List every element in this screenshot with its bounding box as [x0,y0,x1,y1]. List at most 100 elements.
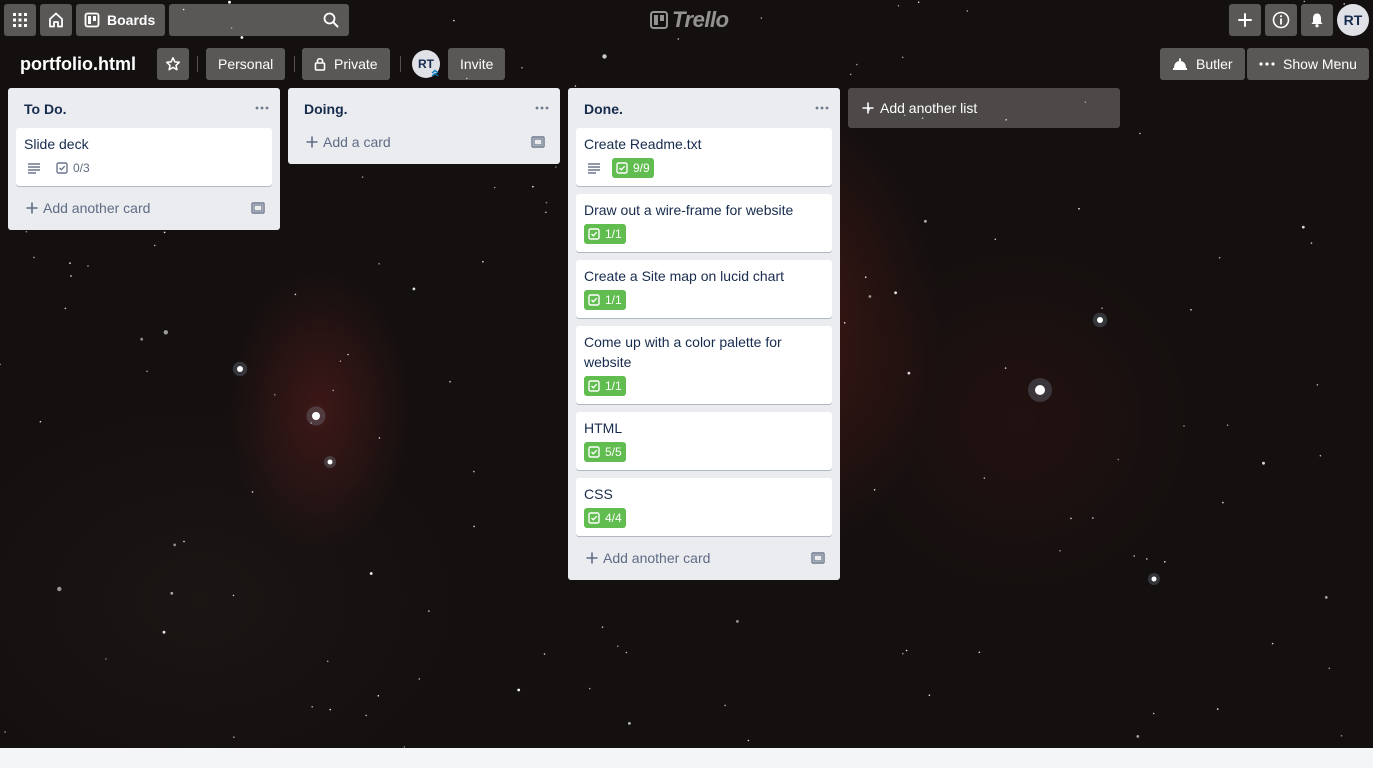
checklist-icon [588,380,600,392]
card-template-icon[interactable] [810,550,826,566]
search-input[interactable] [169,4,349,36]
list-header[interactable]: Doing. [288,88,560,128]
card-wireframe[interactable]: Draw out a wire-frame for website 1/1 [576,194,832,252]
bright-star [237,366,243,372]
card-create-readme[interactable]: Create Readme.txt 9/9 [576,128,832,186]
star [928,694,931,696]
star [1218,256,1221,259]
star [601,626,604,628]
star [736,620,739,623]
card-template-icon[interactable] [530,134,546,150]
card-badges: 9/9 [584,158,824,178]
add-card-button[interactable]: Add a card [296,128,552,156]
star [140,337,144,341]
star [482,261,484,263]
butler-label: Butler [1196,56,1233,72]
header-divider [400,56,401,72]
list-title[interactable]: Doing. [304,101,348,117]
star [1271,642,1274,645]
home-button[interactable] [40,4,72,36]
create-button[interactable] [1229,4,1261,36]
visibility-button[interactable]: Private [302,48,390,80]
list-menu-icon[interactable] [534,100,550,116]
add-list-button[interactable]: Add another list [848,88,1120,128]
card-title: Create Readme.txt [584,136,702,152]
visibility-label: Private [334,56,378,72]
top-navigation: Boards Trello RT [0,0,1373,40]
bright-star [312,412,320,420]
star [517,688,521,692]
star [994,238,997,241]
add-card-button[interactable]: Add another card [16,194,272,222]
card-title: HTML [584,420,623,436]
star [1059,550,1061,552]
notifications-button[interactable] [1301,4,1333,36]
list-menu-icon[interactable] [814,100,830,116]
star [473,525,475,528]
star [543,653,546,655]
checklist-count: 5/5 [605,445,622,459]
star [1092,517,1094,519]
add-list-label: Add another list [880,100,978,116]
plus-icon [1238,13,1252,27]
star [978,651,981,654]
card-badges: 5/5 [584,442,824,462]
card-color-palette[interactable]: Come up with a color palette for website… [576,326,832,404]
star [332,389,335,392]
butler-button[interactable]: Butler [1160,48,1245,80]
board-title[interactable]: portfolio.html [20,52,136,76]
star [545,201,548,204]
star [907,371,911,375]
list-header[interactable]: To Do. [8,88,280,128]
star [1328,667,1331,670]
star [1004,367,1007,369]
checklist-icon [616,162,628,174]
trello-logo[interactable]: Trello [650,7,729,33]
star [625,651,628,654]
star [616,645,619,647]
list-title[interactable]: To Do. [24,101,67,117]
list-title[interactable]: Done. [584,101,623,117]
info-icon [1272,11,1290,29]
star [724,704,726,707]
boards-button[interactable]: Boards [76,4,166,36]
list-header[interactable]: Done. [568,88,840,128]
card-template-icon[interactable] [250,200,266,216]
star [418,678,421,680]
user-avatar[interactable]: RT [1337,4,1369,36]
star [1324,596,1328,599]
star [588,687,591,690]
checklist-badge: 5/5 [584,442,626,462]
search-icon[interactable] [323,12,339,28]
list-menu-icon[interactable] [254,100,270,116]
show-menu-button[interactable]: Show Menu [1247,48,1369,80]
add-card-button[interactable]: Add another card [576,544,832,572]
star [4,731,6,733]
card-title: Slide deck [24,136,89,152]
checklist-count: 1/1 [605,293,622,307]
butler-bell-icon [1173,58,1187,70]
star [1146,558,1148,560]
card-html[interactable]: HTML 5/5 [576,412,832,470]
card-site-map[interactable]: Create a Site map on lucid chart 1/1 [576,260,832,318]
star [983,477,986,479]
plus-icon [26,202,38,214]
home-icon [49,12,63,28]
trello-logo-icon [650,11,668,29]
star [294,293,297,296]
checklist-icon [588,228,600,240]
card-css[interactable]: CSS 4/4 [576,478,832,536]
invite-button[interactable]: Invite [448,48,506,80]
star-button[interactable] [157,48,189,80]
star [555,166,557,168]
apps-button[interactable] [4,4,36,36]
checklist-count: 0/3 [73,161,90,175]
horizontal-scrollbar-track[interactable] [0,748,1373,768]
info-button[interactable] [1265,4,1297,36]
star [378,437,381,439]
star [428,610,430,612]
team-button[interactable]: Personal [206,48,286,80]
card-slide-deck[interactable]: Slide deck 0/3 [16,128,272,186]
star [326,660,329,663]
star [365,714,368,717]
